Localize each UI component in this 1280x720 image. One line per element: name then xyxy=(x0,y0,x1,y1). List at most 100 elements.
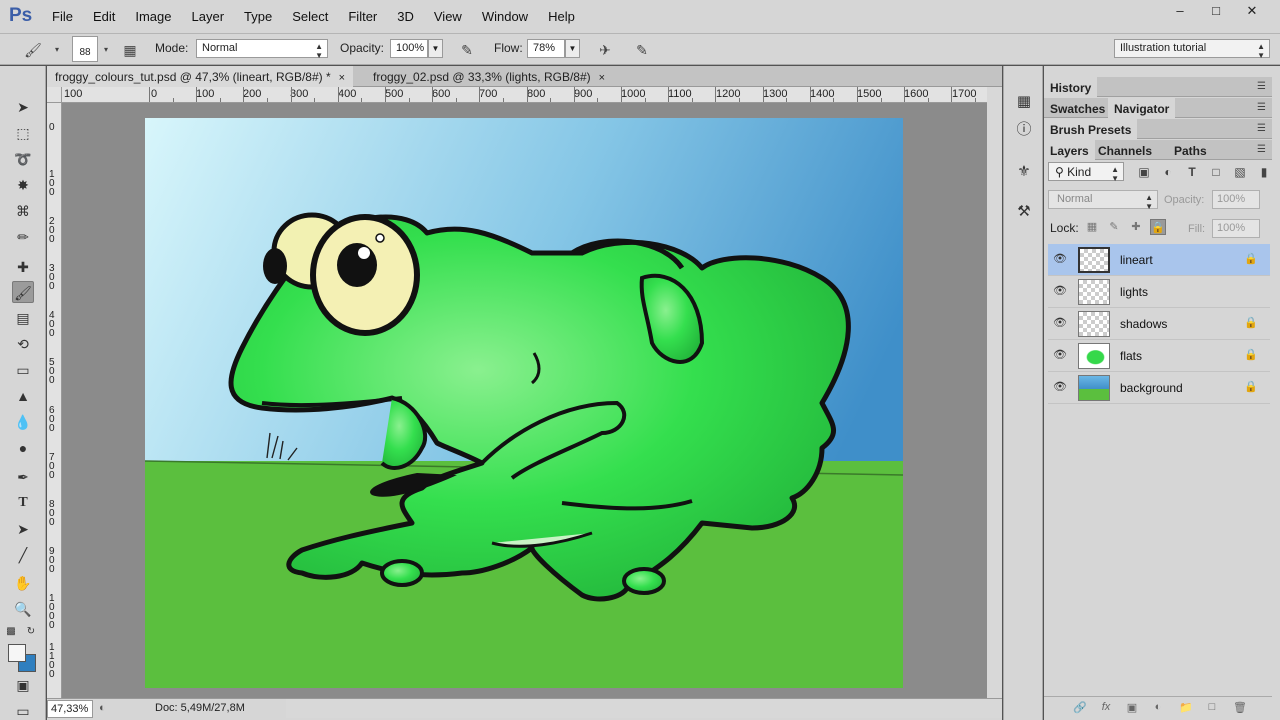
pressure-opacity-icon[interactable]: ✎ xyxy=(458,41,476,59)
healing-brush-tool-icon[interactable]: ✚ xyxy=(12,256,34,278)
flow-field[interactable]: 78% xyxy=(527,39,565,58)
flow-dropdown-icon[interactable]: ▼ xyxy=(565,39,580,58)
dodge-tool-icon[interactable]: ● xyxy=(12,437,34,459)
close-button[interactable]: ✕ xyxy=(1234,2,1270,20)
link-layers-icon[interactable]: 🔗 xyxy=(1072,701,1088,715)
layer-name[interactable]: shadows xyxy=(1120,317,1167,331)
hand-tool-icon[interactable]: ✋ xyxy=(12,572,34,594)
doc-tab-froggy-02[interactable]: froggy_02.psd @ 33,3% (lights, RGB/8#) × xyxy=(365,66,613,87)
eraser-tool-icon[interactable]: ▭ xyxy=(12,359,34,381)
layer-row-flats[interactable]: 👁 flats 🔒 xyxy=(1048,340,1270,372)
tool-preset-chevron-icon[interactable]: ▾ xyxy=(48,41,66,59)
filter-smart-object-icon[interactable]: ▧ xyxy=(1232,164,1248,180)
eyedropper-tool-icon[interactable]: ✏ xyxy=(12,226,34,248)
history-brush-tool-icon[interactable]: ⟲ xyxy=(12,333,34,355)
adjustment-layer-icon[interactable]: ◐ xyxy=(1150,701,1166,715)
path-select-tool-icon[interactable]: ➤ xyxy=(12,518,34,540)
menu-edit[interactable]: Edit xyxy=(83,9,125,24)
brush-tool-icon[interactable]: 🖌 xyxy=(24,41,42,59)
layer-name[interactable]: lineart xyxy=(1120,253,1153,267)
new-layer-icon[interactable]: □ xyxy=(1204,701,1220,715)
menu-3d[interactable]: 3D xyxy=(387,9,424,24)
layer-opacity-field[interactable]: 100% xyxy=(1212,190,1260,209)
layer-row-background[interactable]: 👁 background 🔒 xyxy=(1048,372,1270,404)
visibility-eye-icon[interactable]: 👁 xyxy=(1053,348,1067,362)
menu-file[interactable]: File xyxy=(42,9,83,24)
canvas-area[interactable] xyxy=(62,103,987,698)
tab-navigator[interactable]: Navigator xyxy=(1108,98,1176,118)
opacity-dropdown-icon[interactable]: ▼ xyxy=(428,39,443,58)
tab-channels[interactable]: Channels xyxy=(1092,140,1158,160)
new-group-icon[interactable]: 📁 xyxy=(1178,701,1194,715)
layer-filter-select[interactable]: ⚲ Kind ▲ ▼ xyxy=(1048,162,1124,183)
menu-help[interactable]: Help xyxy=(538,9,585,24)
layer-name[interactable]: lights xyxy=(1120,285,1148,299)
fill-field[interactable]: 100% xyxy=(1212,219,1260,238)
layer-name[interactable]: background xyxy=(1120,381,1183,395)
filter-adjustment-icon[interactable]: ◐ xyxy=(1160,164,1176,180)
mode-select[interactable]: Normal ▲ ▼ xyxy=(196,39,328,60)
adjustments-panel-icon[interactable]: ⚜ xyxy=(1014,162,1034,182)
blur-tool-icon[interactable]: 💧 xyxy=(12,411,34,433)
lasso-tool-icon[interactable]: ➰ xyxy=(12,148,34,170)
lock-transparency-icon[interactable]: ▦ xyxy=(1084,219,1100,235)
maximize-button[interactable]: □ xyxy=(1198,2,1234,20)
ruler-corner[interactable] xyxy=(47,87,62,103)
foreground-color-swatch[interactable] xyxy=(8,644,26,662)
filter-pixel-icon[interactable]: ▣ xyxy=(1136,164,1152,180)
blend-mode-select[interactable]: Normal ▲ ▼ xyxy=(1048,190,1158,211)
menu-view[interactable]: View xyxy=(424,9,472,24)
horizontal-scrollbar[interactable] xyxy=(286,699,1002,718)
layer-row-shadows[interactable]: 👁 shadows 🔒 xyxy=(1048,308,1270,340)
minimize-button[interactable]: – xyxy=(1162,2,1198,20)
stamp-tool-icon[interactable]: ▤ xyxy=(12,307,34,329)
info-panel-icon[interactable]: ⓘ xyxy=(1014,120,1034,140)
type-tool-icon[interactable]: T xyxy=(12,492,34,514)
menu-window[interactable]: Window xyxy=(472,9,538,24)
workspace-select[interactable]: Illustration tutorial ▲ ▼ xyxy=(1114,39,1270,60)
quick-select-tool-icon[interactable]: ✸ xyxy=(12,174,34,196)
visibility-eye-icon[interactable]: 👁 xyxy=(1053,316,1067,330)
layer-row-lineart[interactable]: 👁 lineart 🔒 xyxy=(1048,244,1270,276)
lock-all-icon[interactable]: 🔒 xyxy=(1150,219,1166,235)
zoom-preview-icon[interactable]: ◐ xyxy=(99,702,106,714)
3d-panel-icon[interactable]: ▦ xyxy=(1014,92,1034,112)
layer-row-lights[interactable]: 👁 lights xyxy=(1048,276,1270,308)
screen-mode-icon[interactable]: ▭ xyxy=(12,700,34,720)
zoom-field[interactable]: 47,33% xyxy=(47,700,93,718)
default-colors-icon[interactable]: ▩ xyxy=(4,621,18,643)
menu-filter[interactable]: Filter xyxy=(338,9,387,24)
doc-tab-froggy-colours[interactable]: froggy_colours_tut.psd @ 47,3% (lineart,… xyxy=(47,66,354,87)
paint-bucket-tool-icon[interactable]: ▲ xyxy=(12,385,34,407)
filter-shape-icon[interactable]: □ xyxy=(1208,164,1224,180)
menu-image[interactable]: Image xyxy=(125,9,181,24)
delete-layer-icon[interactable]: 🗑 xyxy=(1232,701,1248,715)
tab-paths[interactable]: Paths xyxy=(1168,140,1213,160)
add-mask-icon[interactable]: ▣ xyxy=(1124,701,1140,715)
close-tab-icon[interactable]: × xyxy=(339,72,345,84)
panel-menu-icon[interactable]: ☰ xyxy=(1257,144,1266,155)
pen-tool-icon[interactable]: ✒ xyxy=(12,466,34,488)
brush-picker-chevron-icon[interactable]: ▾ xyxy=(97,41,115,59)
tab-swatches[interactable]: Swatches xyxy=(1044,98,1111,118)
zoom-tool-icon[interactable]: 🔍 xyxy=(12,598,34,620)
filter-type-icon[interactable]: T xyxy=(1184,164,1200,180)
visibility-eye-icon[interactable]: 👁 xyxy=(1053,380,1067,394)
brush-size-field[interactable]: 88 xyxy=(72,36,98,62)
menu-select[interactable]: Select xyxy=(282,9,338,24)
lock-image-pixels-icon[interactable]: ✎ xyxy=(1106,219,1122,235)
vertical-scrollbar[interactable] xyxy=(987,87,1002,698)
doc-size-info[interactable]: Doc: 5,49M/27,8M xyxy=(155,702,245,714)
swap-colors-icon[interactable]: ↻ xyxy=(24,621,38,643)
tab-history[interactable]: History xyxy=(1044,77,1098,97)
crop-tool-icon[interactable]: ⌘ xyxy=(12,200,34,222)
panel-menu-icon[interactable]: ☰ xyxy=(1257,81,1266,92)
line-tool-icon[interactable]: ╱ xyxy=(12,544,34,566)
brush-panel-toggle-icon[interactable]: ▦ xyxy=(121,41,139,59)
tab-layers[interactable]: Layers xyxy=(1044,140,1095,160)
visibility-eye-icon[interactable]: 👁 xyxy=(1053,252,1067,266)
panel-menu-icon[interactable]: ☰ xyxy=(1257,123,1266,134)
vertical-ruler[interactable]: 0 1 0 0 2 0 0 3 0 0 4 0 0 5 0 0 6 0 0 7 … xyxy=(47,103,62,698)
menu-type[interactable]: Type xyxy=(234,9,282,24)
opacity-field[interactable]: 100% xyxy=(390,39,428,58)
